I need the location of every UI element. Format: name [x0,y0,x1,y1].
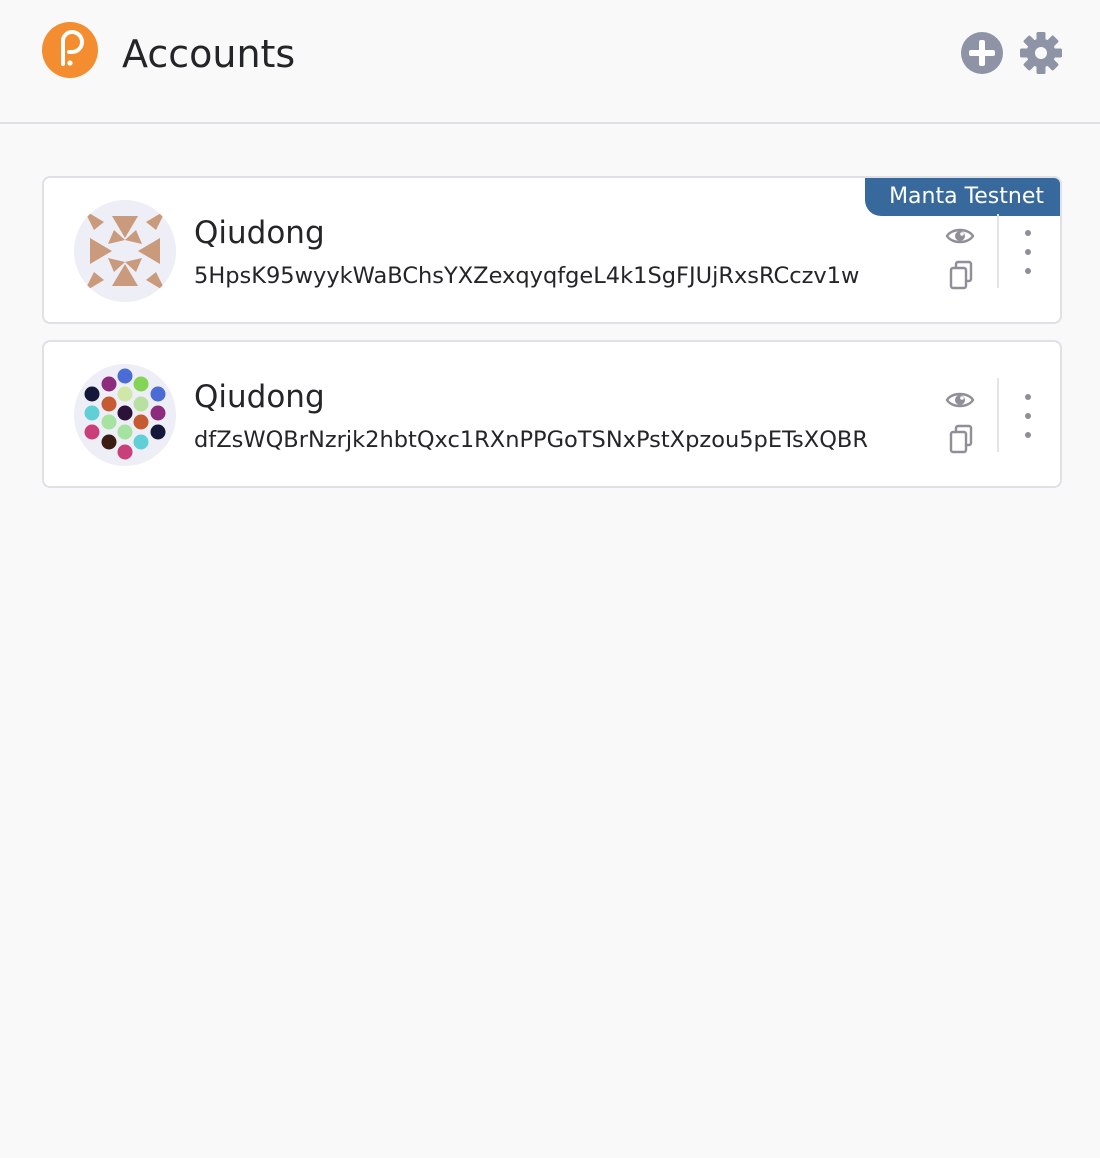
copy-icon [949,424,973,454]
account-name: Qiudong [194,379,325,415]
add-circle-icon [961,32,1003,74]
kebab-dot-icon [1025,413,1031,419]
copy-address-button[interactable] [946,422,976,456]
divider [997,214,999,288]
divider [997,378,999,452]
account-name: Qiudong [194,215,325,251]
kebab-dot-icon [1025,249,1031,255]
eye-icon [945,392,975,408]
settings-button[interactable] [1019,31,1063,75]
polkadot-logo-icon [42,22,98,78]
toggle-visibility-button[interactable] [942,386,978,414]
kebab-dot-icon [1025,394,1031,400]
network-badge: Manta Testnet [865,178,1060,216]
header: Accounts [0,0,1100,124]
account-menu-button[interactable] [1016,222,1040,282]
copy-icon [949,260,973,290]
account-menu-button[interactable] [1016,386,1040,446]
account-address: dfZsWQBrNzrjk2hbtQxc1RXnPPGoTSNxPstXpzou… [194,427,868,453]
kebab-dot-icon [1025,268,1031,274]
page-title: Accounts [122,32,296,76]
add-account-button[interactable] [960,31,1004,75]
kebab-dot-icon [1025,230,1031,236]
identicon-star-icon[interactable] [74,200,176,302]
gear-icon [1020,32,1062,74]
account-card: Manta Testnet Qiudong 5HpsK95wyykWaBChsY… [42,176,1062,324]
toggle-visibility-button[interactable] [942,222,978,250]
account-address: 5HpsK95wyykWaBChsYXZexqyqfgeL4k1SgFJUjRx… [194,263,860,289]
kebab-dot-icon [1025,432,1031,438]
account-card: Qiudong dfZsWQBrNzrjk2hbtQxc1RXnPPGoTSNx… [42,340,1062,488]
identicon-dots-icon[interactable] [74,364,176,466]
copy-address-button[interactable] [946,258,976,292]
eye-icon [945,228,975,244]
